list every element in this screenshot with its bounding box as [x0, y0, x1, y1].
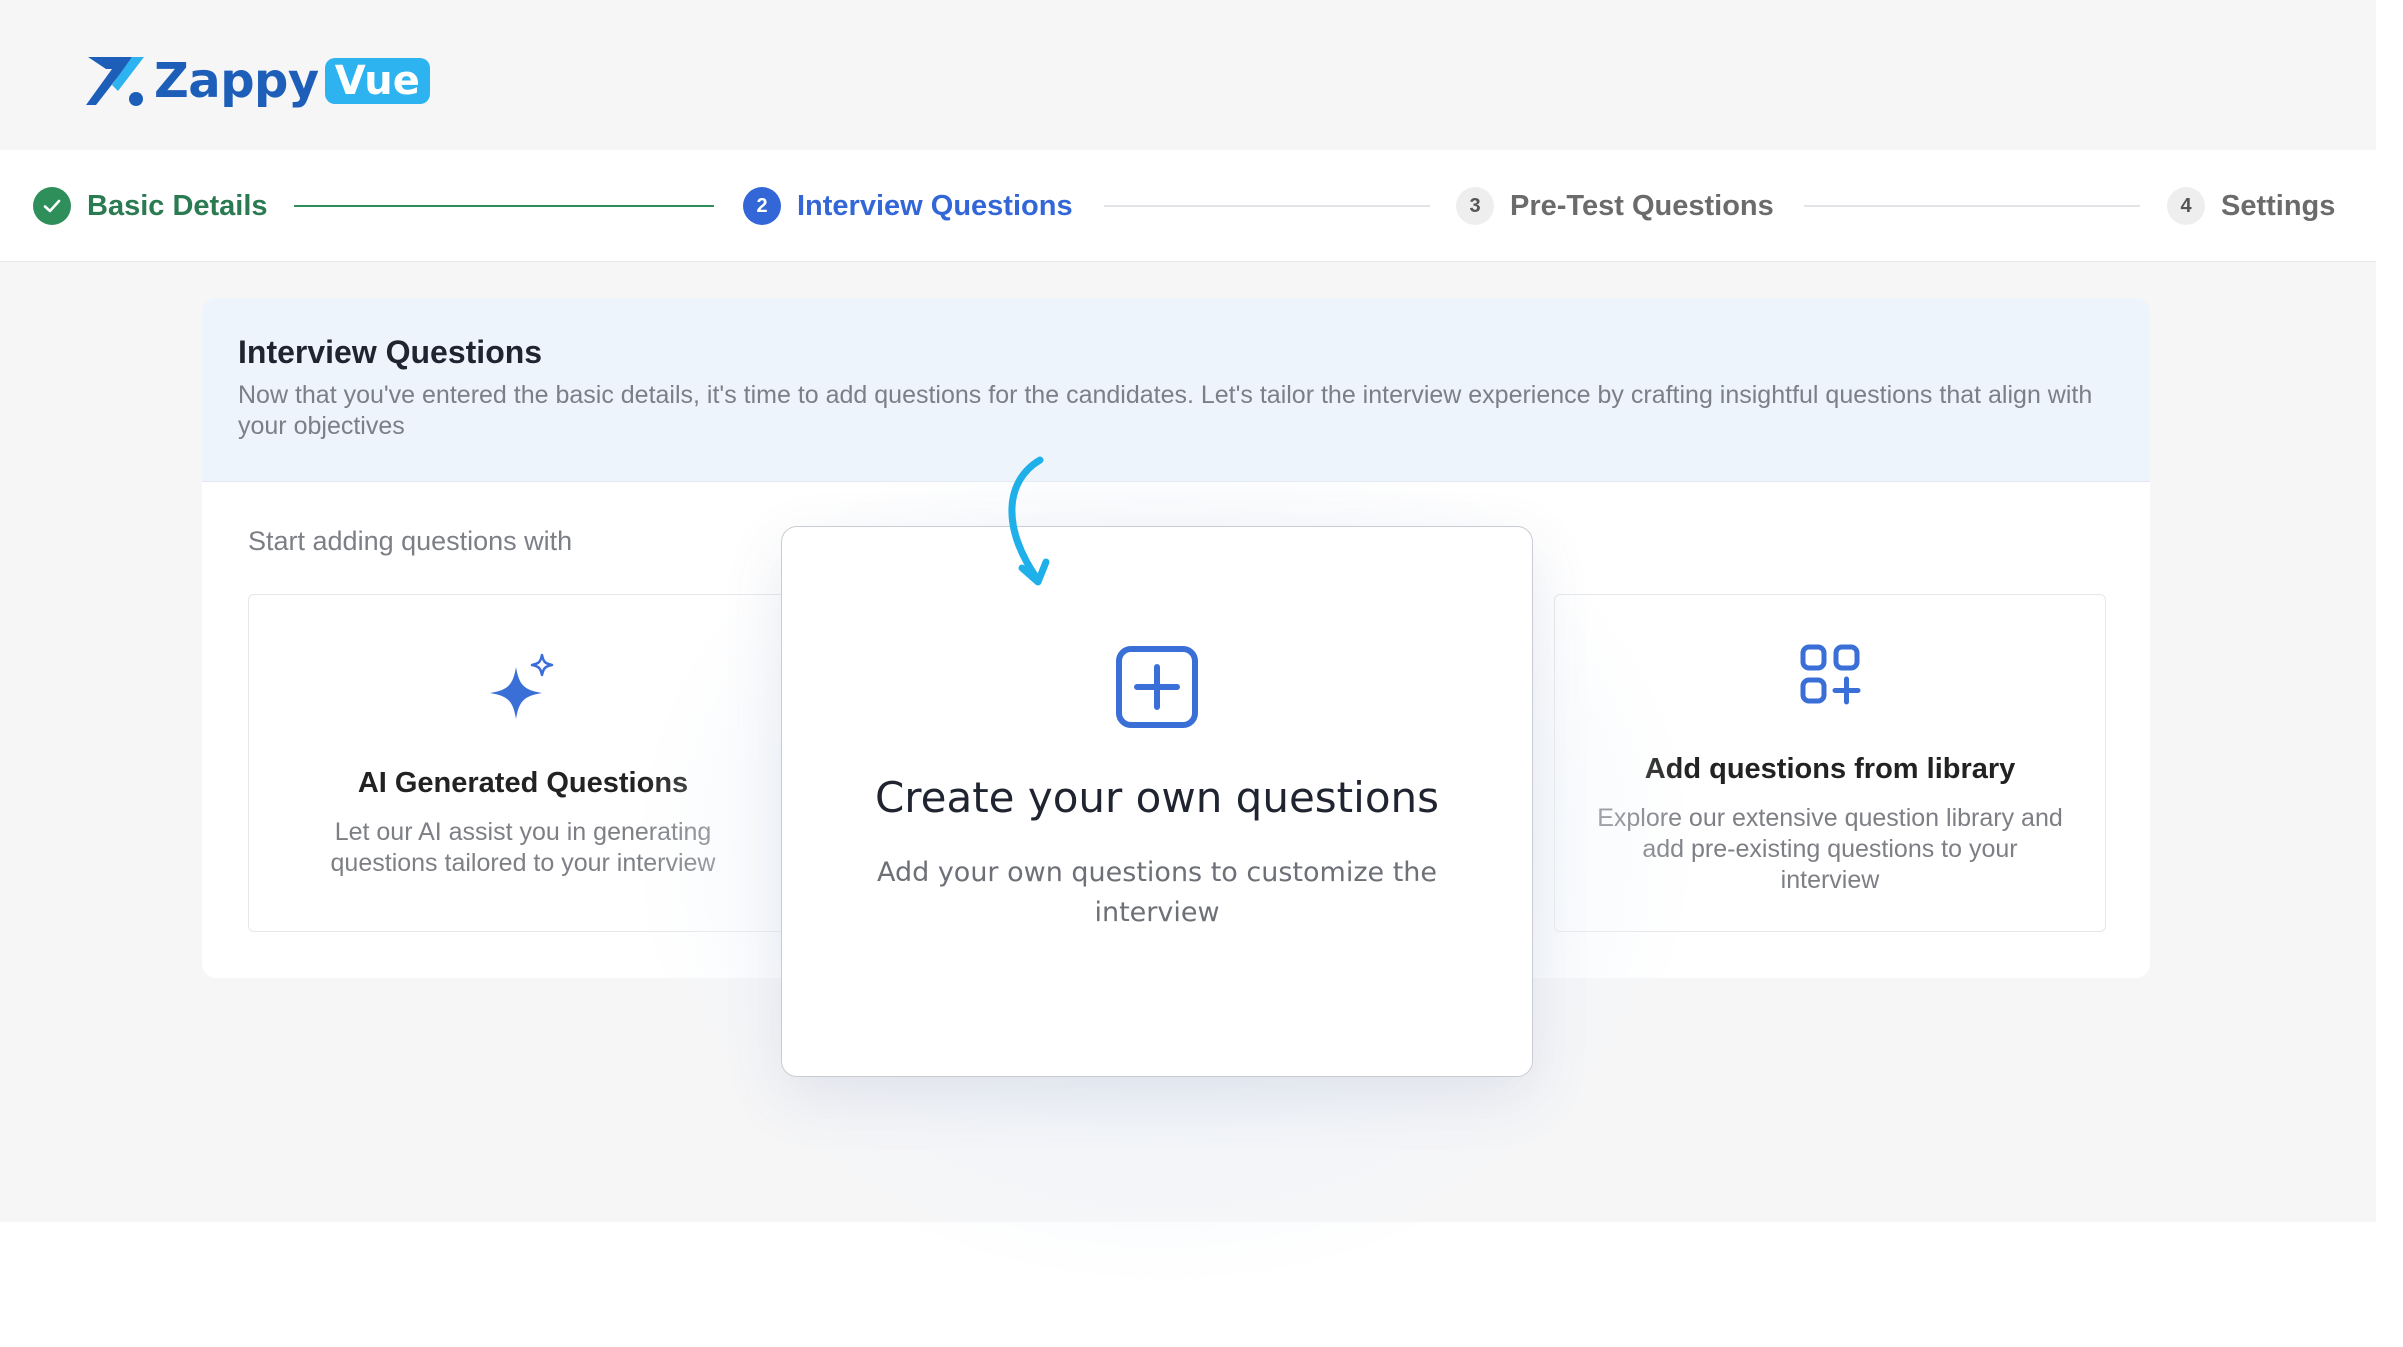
step-connector — [1804, 205, 2140, 207]
option-create-own[interactable]: Create your own questions Add your own q… — [781, 526, 1533, 1077]
step-connector — [294, 205, 714, 207]
brand-name: Zappy — [154, 53, 319, 109]
section-title: Interview Questions — [238, 334, 543, 370]
step-pre-test-questions[interactable]: 3 Pre-Test Questions — [1456, 184, 1774, 228]
step-label: Interview Questions — [797, 189, 1073, 222]
step-interview-questions[interactable]: 2 Interview Questions — [743, 184, 1073, 228]
step-settings[interactable]: 4 Settings — [2167, 184, 2335, 228]
step-connector — [1104, 205, 1430, 207]
step-basic-details[interactable]: Basic Details — [33, 184, 268, 228]
plus-square-icon — [782, 645, 1532, 729]
check-icon — [33, 187, 71, 225]
brand-badge: Vue — [324, 58, 430, 104]
logo-mark-icon — [86, 55, 146, 107]
step-number: 3 — [1456, 187, 1494, 225]
brand-logo[interactable]: Zappy Vue — [86, 53, 430, 109]
start-adding-label: Start adding questions with — [248, 526, 573, 556]
step-number: 4 — [2167, 187, 2205, 225]
option-description: Add your own questions to customize the … — [876, 857, 1438, 928]
curved-arrow-icon — [996, 456, 1066, 596]
step-label: Settings — [2221, 189, 2336, 222]
step-label: Basic Details — [87, 189, 268, 222]
step-number: 2 — [743, 187, 781, 225]
option-title: Create your own questions — [874, 773, 1440, 822]
step-label: Pre-Test Questions — [1510, 189, 1774, 222]
progress-stepper: Basic Details 2 Interview Questions 3 Pr… — [0, 150, 2376, 262]
